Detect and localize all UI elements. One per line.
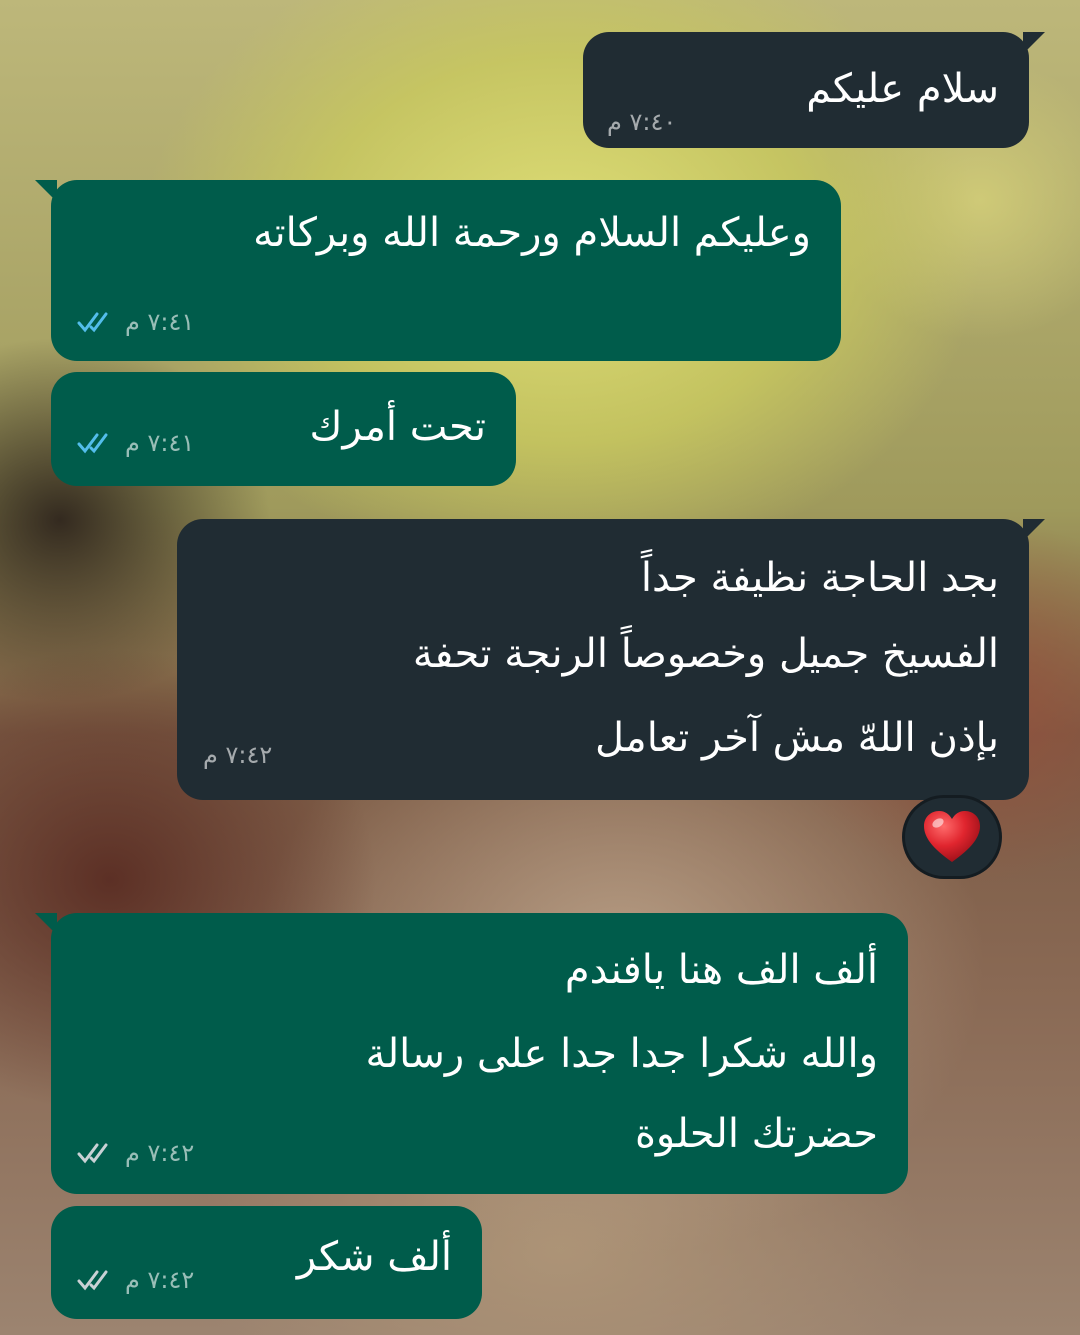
double-check-icon — [77, 433, 108, 454]
message-line: الفسيخ جميل وخصوصاً الرنجة تحفة — [412, 631, 999, 677]
message-line: والله شكرا جدا جدا على رسالة — [365, 1031, 878, 1077]
message-meta: ٧:٤٢ م — [77, 1266, 194, 1294]
message-line: بإذن اللهّ مش آخر تعامل — [594, 715, 999, 761]
message-time: ٧:٤٢ م — [125, 1266, 195, 1294]
message-reaction[interactable] — [902, 795, 1002, 879]
message-time: ٧:٤٢ م — [203, 741, 273, 769]
message-text: ألف شكر — [296, 1234, 452, 1280]
message-time: ٧:٤١ م — [125, 308, 195, 336]
message-bubble-incoming[interactable]: بجد الحاجة نظيفة جداً الفسيخ جميل وخصوصا… — [177, 519, 1045, 800]
message-line: ألف الف هنا يافندم — [564, 947, 878, 993]
message-bubble-incoming[interactable]: سلام عليكم ٧:٤٠ م — [583, 32, 1045, 148]
message-meta: ٧:٤٢ م — [77, 1139, 194, 1167]
message-time: ٧:٤٢ م — [125, 1139, 195, 1167]
heart-icon — [924, 811, 980, 862]
message-meta: ٧:٤١ م — [77, 429, 194, 457]
message-time: ٧:٤٠ م — [607, 108, 677, 136]
message-bubble-outgoing[interactable]: وعليكم السلام ورحمة الله وبركاته ٧:٤١ م — [35, 180, 841, 361]
message-time: ٧:٤١ م — [125, 429, 195, 457]
bubble-tail — [1023, 519, 1045, 541]
message-line: بجد الحاجة نظيفة جداً — [640, 555, 999, 601]
chat-background: { "messages": [ {"id":"m1","direction":"… — [0, 0, 1080, 1335]
message-line: حضرتك الحلوة — [634, 1111, 878, 1157]
bubble-tail — [1023, 32, 1045, 54]
message-bubble-outgoing[interactable]: ألف الف هنا يافندم والله شكرا جدا جدا عل… — [35, 913, 908, 1194]
message-text: تحت أمرك — [309, 404, 486, 450]
message-meta: ٧:٤٢ م — [203, 741, 272, 769]
message-text: سلام عليكم — [806, 66, 999, 112]
message-bubble-outgoing[interactable]: ألف شكر ٧:٤٢ م — [51, 1206, 482, 1319]
message-bubble-outgoing[interactable]: تحت أمرك ٧:٤١ م — [51, 372, 516, 486]
double-check-icon — [77, 1270, 108, 1291]
message-meta: ٧:٤١ م — [77, 308, 194, 336]
double-check-icon — [77, 1143, 108, 1164]
bubble-tail — [35, 180, 57, 202]
double-check-icon — [77, 312, 108, 333]
bubble-tail — [35, 913, 57, 935]
message-text: وعليكم السلام ورحمة الله وبركاته — [253, 210, 811, 256]
message-meta: ٧:٤٠ م — [607, 108, 676, 136]
